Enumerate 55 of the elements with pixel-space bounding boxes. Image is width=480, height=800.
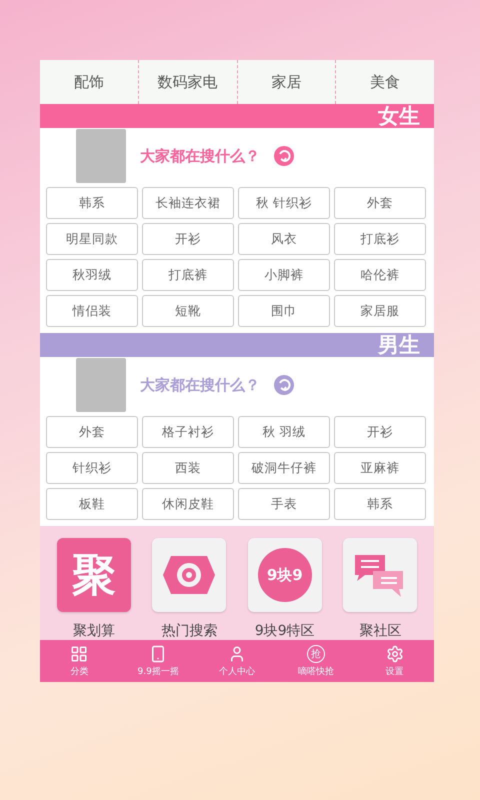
search-tag[interactable]: 韩系 (46, 187, 138, 219)
search-tag[interactable]: 围巾 (238, 295, 330, 327)
bubble-icon: 9块9 (258, 548, 312, 602)
search-tag[interactable]: 打底裤 (142, 259, 234, 291)
search-tag[interactable]: 秋羽绒 (46, 259, 138, 291)
search-tag[interactable]: 风衣 (238, 223, 330, 255)
badge-icon: 抢 (306, 644, 325, 662)
feature-label[interactable]: 9块9特区 (254, 622, 315, 640)
refresh-icon[interactable] (274, 375, 294, 395)
grid-icon (70, 644, 88, 662)
nav-item[interactable]: 抢 嘀嗒快抢 (276, 640, 356, 682)
tile-glyph: 聚 (72, 548, 116, 602)
feature-tile[interactable] (152, 538, 226, 612)
section-title: 男生 (378, 332, 420, 359)
search-tag[interactable]: 明星同款 (46, 223, 138, 255)
search-tag[interactable]: 外套 (46, 416, 138, 448)
category-tab[interactable]: 配饰 (40, 60, 138, 104)
search-tag[interactable]: 西装 (142, 452, 234, 484)
search-tag[interactable]: 休闲皮鞋 (142, 488, 234, 520)
search-tag[interactable]: 哈伦裤 (334, 259, 426, 291)
search-tag[interactable]: 家居服 (334, 295, 426, 327)
nav-item[interactable]: 9.9摇一摇 (118, 640, 198, 682)
search-tag[interactable]: 秋 羽绒 (238, 416, 330, 448)
search-tag[interactable]: 亚麻裤 (334, 452, 426, 484)
search-tag[interactable]: 格子衬衫 (142, 416, 234, 448)
search-tag[interactable]: 短靴 (142, 295, 234, 327)
search-prompt: 大家都在搜什么？ (140, 376, 260, 394)
search-tag[interactable]: 破洞牛仔裤 (238, 452, 330, 484)
section-title: 女生 (378, 103, 420, 130)
nav-item[interactable]: 分类 (40, 640, 119, 682)
search-tag[interactable]: 外套 (334, 187, 426, 219)
search-tag[interactable]: 秋 针织衫 (238, 187, 330, 219)
nav-item[interactable]: 个人中心 (198, 640, 276, 682)
search-tag[interactable]: 板鞋 (46, 488, 138, 520)
search-prompt: 大家都在搜什么？ (140, 146, 260, 166)
feature-label[interactable]: 聚划算 (72, 622, 115, 640)
search-tag[interactable]: 手表 (238, 488, 330, 520)
photo-placeholder (76, 358, 126, 412)
search-tag[interactable]: 打底衫 (334, 223, 426, 255)
feature-label[interactable]: 聚社区 (359, 622, 402, 640)
photo-placeholder (76, 129, 126, 183)
feature-tile[interactable] (343, 538, 418, 612)
search-tag[interactable]: 针织衫 (46, 452, 138, 484)
search-tag[interactable]: 小脚裤 (238, 259, 330, 291)
feature-label[interactable]: 热门搜索 (161, 622, 218, 640)
search-tag[interactable]: 长袖连衣裙 (142, 187, 234, 219)
feature-tile[interactable]: 聚 (56, 538, 131, 612)
nav-item[interactable]: 设置 (355, 640, 434, 682)
refresh-icon[interactable] (274, 146, 294, 166)
search-tag[interactable]: 开衫 (142, 223, 234, 255)
search-tag[interactable]: 开衫 (334, 416, 426, 448)
settings-icon (386, 644, 404, 662)
feature-tile[interactable]: 9块9 (248, 538, 322, 612)
search-tag[interactable]: 韩系 (334, 488, 426, 520)
search-tag[interactable]: 情侣装 (46, 295, 138, 327)
